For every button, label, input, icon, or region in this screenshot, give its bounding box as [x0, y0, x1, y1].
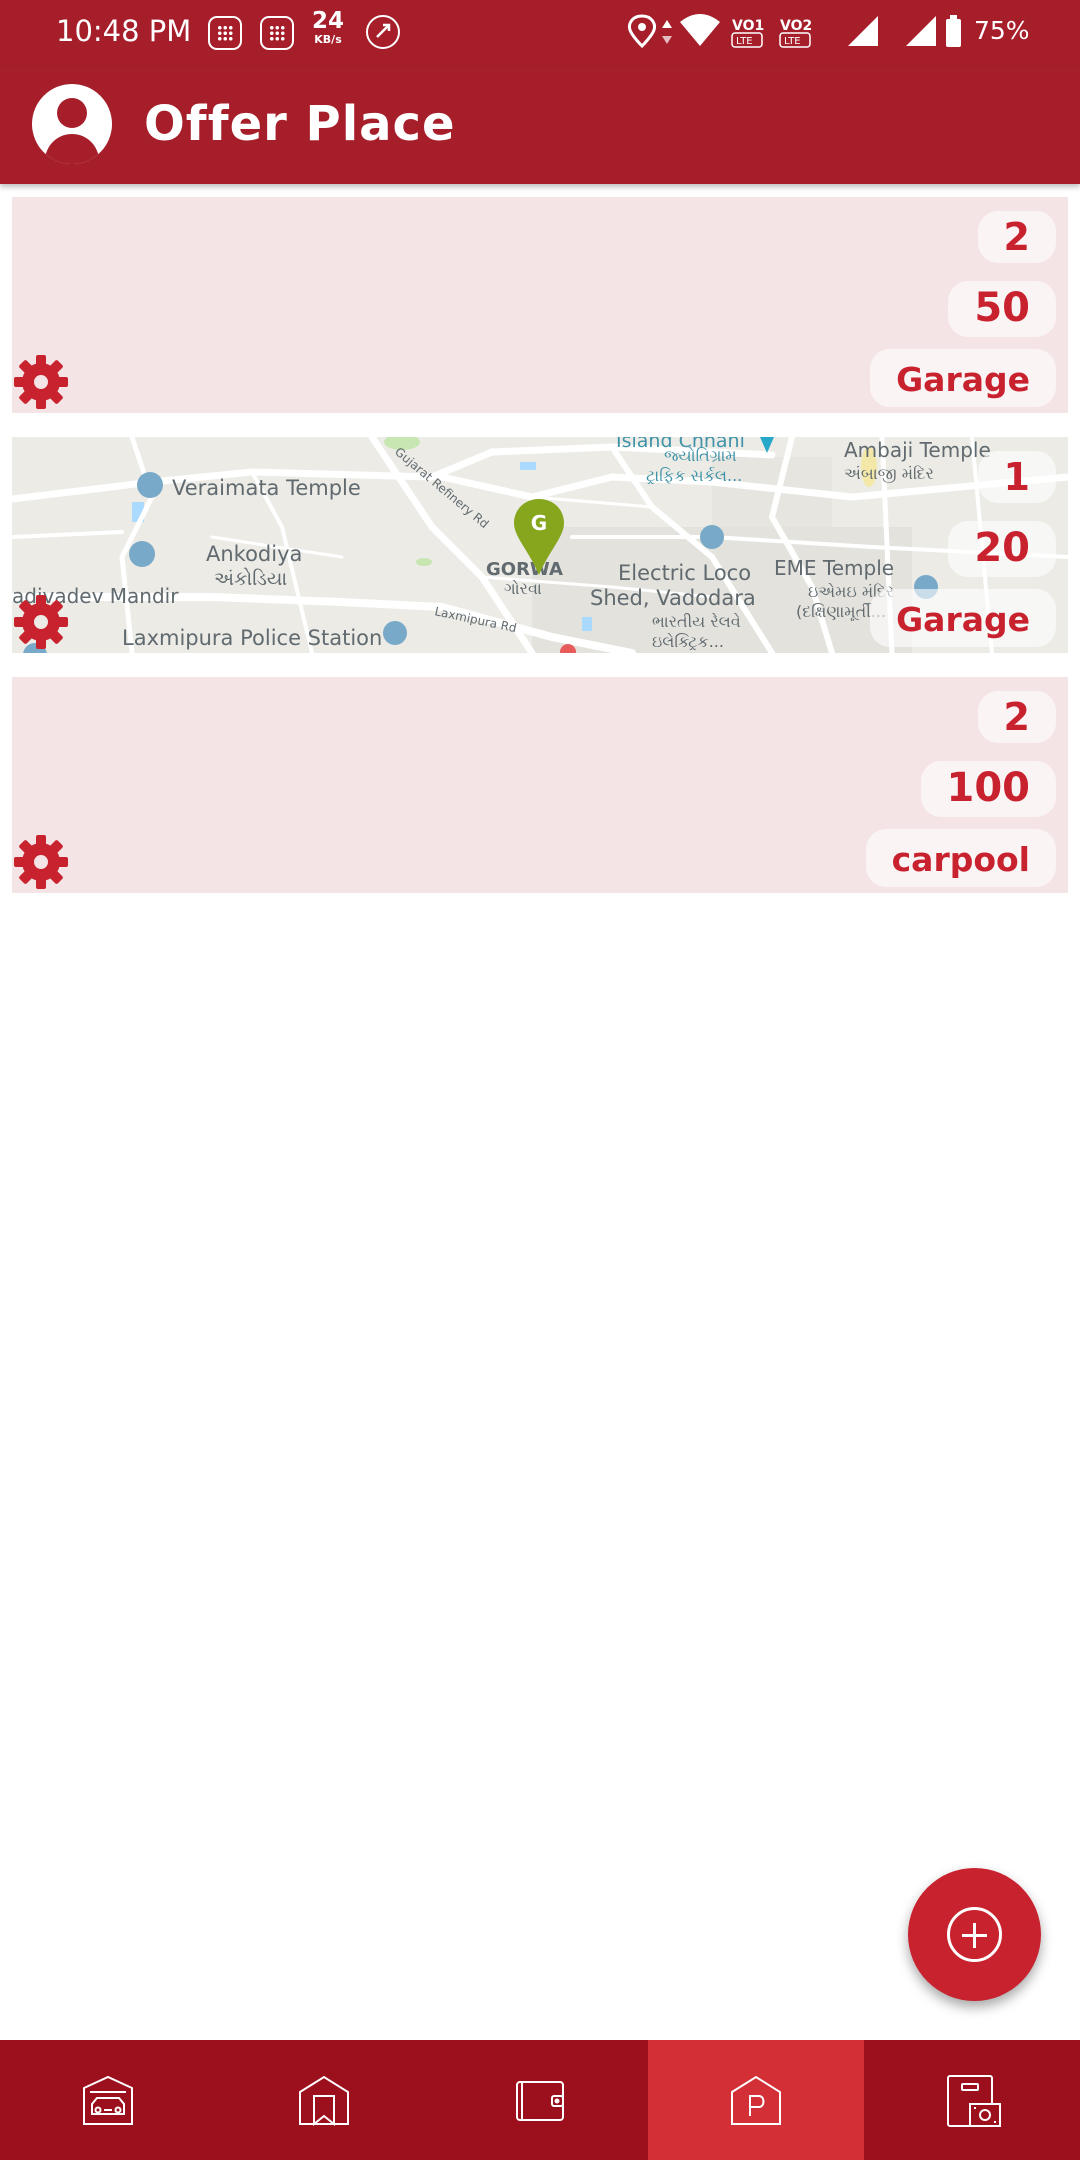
- offer-count: 2: [977, 211, 1056, 263]
- offer-type: Garage: [870, 589, 1056, 647]
- gear-icon[interactable]: [12, 353, 70, 411]
- svg-text:Electric Loco: Electric Loco: [618, 561, 751, 585]
- nav-item-parking[interactable]: [648, 2040, 864, 2160]
- offer-card[interactable]: Veraimata Temple Ankodiya અંકોડિયા adiva…: [12, 437, 1068, 653]
- svg-text:ભારતીય રેલવે: ભારતીય રેલવે: [652, 612, 741, 631]
- svg-text:Ambaji Temple: Ambaji Temple: [844, 438, 991, 462]
- svg-text:અંકોડિયા: અંકોડિયા: [214, 568, 287, 590]
- car-garage-icon: [83, 2075, 133, 2125]
- account-circle-icon[interactable]: [32, 84, 112, 164]
- status-bar: 10:48 PM 24 KB/s VO1 LTE VO2 LTE 75%: [0, 0, 1080, 66]
- cash-register-icon: [947, 2075, 1001, 2127]
- svg-text:ઇલેક્ટ્રિક...: ઇલેક્ટ્રિક...: [652, 632, 724, 652]
- sim2-badge: VO2 LTE: [779, 18, 812, 48]
- svg-text:Shed, Vadodara: Shed, Vadodara: [590, 586, 756, 610]
- svg-text:LTE: LTE: [736, 36, 753, 47]
- call-icon: [366, 15, 400, 49]
- add-offer-button[interactable]: [908, 1868, 1041, 2001]
- page-title: Offer Place: [144, 96, 456, 152]
- svg-text:ટ્રાફિક સર્કલ...: ટ્રાફિક સર્કલ...: [646, 466, 742, 486]
- bookmark-house-icon: [299, 2075, 349, 2126]
- offer-price: 100: [920, 761, 1056, 817]
- svg-text:VO1: VO1: [732, 18, 764, 34]
- offer-count: 1: [977, 451, 1056, 503]
- network-speed: 24 KB/s: [312, 8, 345, 46]
- data-arrows-icon: [662, 20, 672, 44]
- battery-percent: 75%: [974, 16, 1030, 45]
- nav-item-bookings[interactable]: [216, 2040, 432, 2160]
- gear-icon[interactable]: [12, 833, 70, 891]
- gear-icon[interactable]: [12, 593, 70, 651]
- battery-icon: [946, 15, 961, 47]
- message-icon: [208, 16, 242, 50]
- offer-type: carpool: [865, 829, 1056, 887]
- svg-text:Veraimata Temple: Veraimata Temple: [172, 476, 361, 500]
- svg-text:G: G: [531, 511, 547, 535]
- offer-card[interactable]: 2 100 carpool: [12, 677, 1068, 893]
- signal-icon: [848, 16, 936, 46]
- offer-price: 50: [948, 281, 1056, 337]
- offer-count: 2: [977, 691, 1056, 743]
- svg-text:GORWA: GORWA: [486, 559, 563, 580]
- sim1-badge: VO1 LTE: [731, 18, 764, 48]
- svg-text:Ankodiya: Ankodiya: [206, 542, 302, 566]
- svg-text:EME Temple: EME Temple: [774, 556, 894, 580]
- nav-item-garage[interactable]: [0, 2040, 216, 2160]
- svg-text:VO2: VO2: [780, 18, 812, 34]
- parking-icon: [731, 2075, 781, 2125]
- offer-price: 20: [948, 521, 1056, 577]
- app-bar: Offer Place: [0, 66, 1080, 184]
- network-speed-unit: KB/s: [314, 33, 342, 46]
- nav-item-cash[interactable]: [864, 2040, 1080, 2160]
- svg-text:જ્યોતિગ્રામ: જ્યોતિગ્રામ: [664, 446, 737, 465]
- svg-text:Laxmipura Police Station: Laxmipura Police Station: [122, 626, 382, 650]
- offer-card[interactable]: 2 50 Garage: [12, 197, 1068, 413]
- svg-text:અંબાજી મંદિર: અંબાજી મંદિર: [844, 464, 934, 483]
- location-icon: [628, 14, 656, 49]
- bottom-navigation: [0, 2040, 1080, 2160]
- wallet-icon: [516, 2081, 564, 2121]
- svg-text:ગોરવા: ગોરવા: [504, 579, 542, 598]
- network-speed-value: 24: [312, 8, 345, 34]
- message-icon: [260, 16, 294, 50]
- add-circle-icon: [947, 1907, 1002, 1962]
- wifi-icon: [680, 14, 720, 46]
- offer-type: Garage: [870, 349, 1056, 407]
- status-time: 10:48 PM: [56, 14, 192, 48]
- svg-text:LTE: LTE: [784, 36, 801, 47]
- nav-item-wallet[interactable]: [432, 2040, 648, 2160]
